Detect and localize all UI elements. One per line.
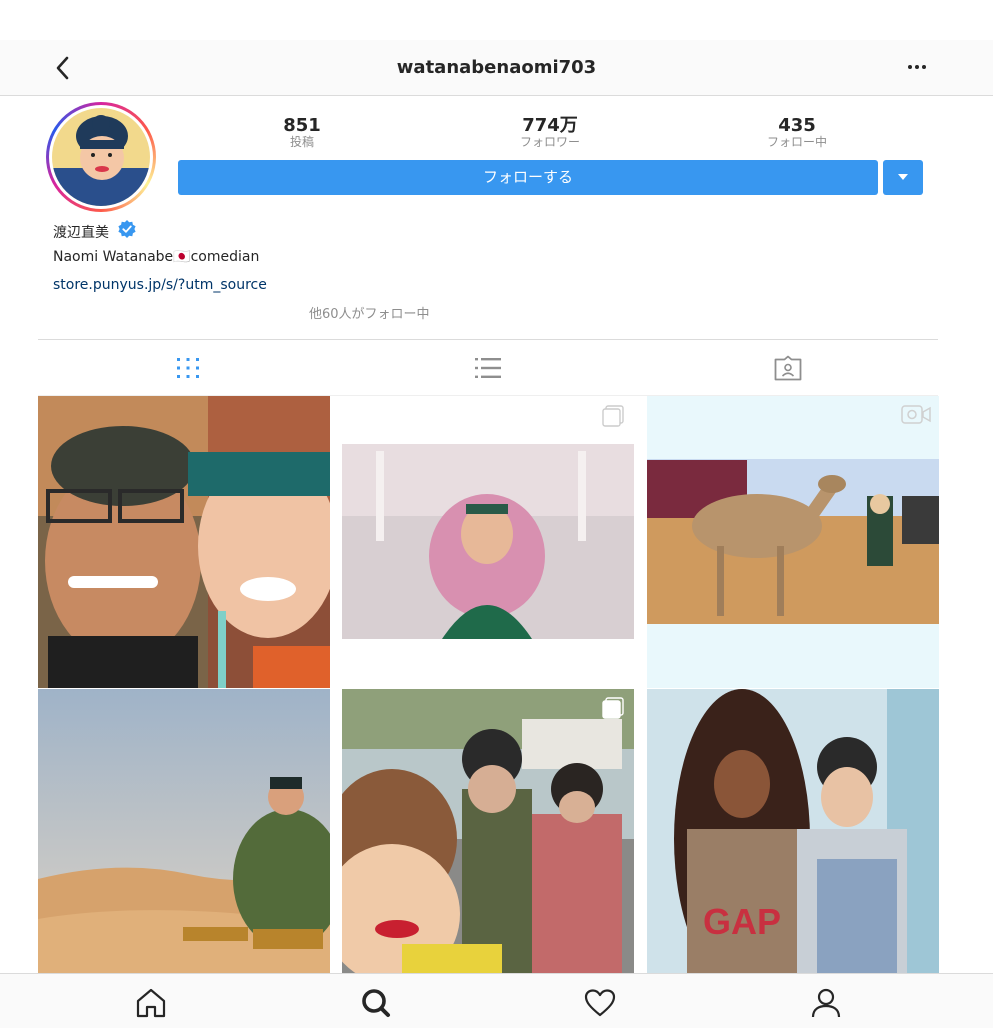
stat-following[interactable]: 435 フォロー中 — [717, 115, 877, 149]
followers-label: フォロワー — [519, 135, 580, 149]
post-tile[interactable] — [38, 396, 330, 688]
more-horizontal-icon[interactable] — [902, 56, 932, 78]
bottom-navigation — [0, 973, 993, 1028]
following-count: 435 — [778, 115, 816, 136]
profile-bio: Naomi Watanabe🇯🇵comedian — [53, 249, 260, 265]
followers-count: 774万 — [522, 115, 578, 136]
post-tile[interactable]: GAP — [647, 689, 939, 973]
post-image — [38, 689, 330, 973]
carousel-icon — [602, 697, 624, 719]
video-icon — [901, 405, 931, 424]
grid-icon — [177, 358, 199, 378]
profile-full-name: 渡辺直美 — [53, 225, 109, 241]
verified-badge-icon — [118, 220, 136, 238]
post-image — [342, 444, 634, 639]
followed-by-text[interactable]: 他60人がフォロー中 — [309, 303, 430, 322]
divider — [38, 339, 938, 340]
following-label: フォロー中 — [766, 135, 827, 149]
heart-icon[interactable] — [583, 988, 617, 1018]
list-icon — [475, 358, 501, 378]
stat-posts: 851 投稿 — [222, 115, 382, 149]
post-image: GAP — [647, 689, 939, 973]
post-tile[interactable] — [647, 396, 939, 688]
post-tile[interactable] — [342, 396, 634, 688]
tab-list[interactable] — [338, 346, 638, 390]
carousel-icon — [602, 405, 624, 427]
avatar-image — [52, 108, 150, 206]
suggestions-dropdown-button[interactable] — [883, 160, 923, 195]
caret-down-icon — [898, 174, 908, 180]
post-image — [647, 459, 939, 624]
stat-followers[interactable]: 774万 フォロワー — [470, 115, 630, 149]
follow-button[interactable]: フォローする — [178, 160, 878, 195]
svg-text:GAP: GAP — [703, 901, 781, 942]
avatar[interactable] — [46, 102, 156, 212]
tab-grid[interactable] — [38, 346, 338, 390]
search-icon[interactable] — [359, 988, 393, 1018]
home-icon[interactable] — [134, 988, 168, 1018]
profile-username: watanabenaomi703 — [396, 57, 597, 78]
profile-website-link[interactable]: store.punyus.jp/s/?utm_source — [53, 277, 267, 293]
post-image — [342, 689, 634, 973]
tagged-icon — [774, 355, 802, 381]
posts-count: 851 — [283, 115, 321, 136]
post-tile[interactable] — [38, 689, 330, 973]
tab-tagged[interactable] — [638, 346, 938, 390]
posts-label: 投稿 — [289, 135, 314, 149]
top-bar: watanabenaomi703 — [0, 40, 993, 96]
profile-icon[interactable] — [809, 988, 843, 1018]
post-image — [38, 396, 330, 688]
post-tile[interactable] — [342, 689, 634, 973]
